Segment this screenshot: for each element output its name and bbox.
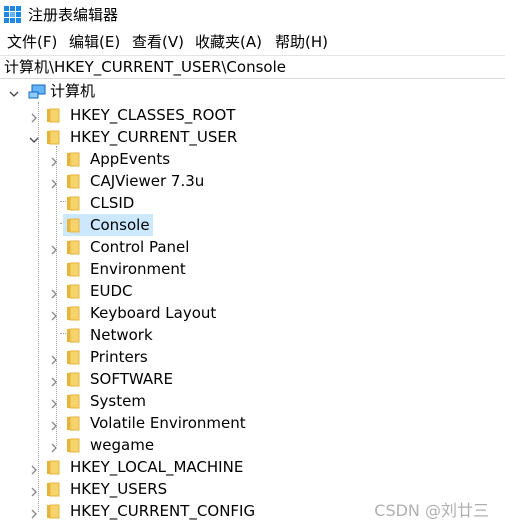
tree-node-label: SOFTWARE [90, 370, 174, 388]
tree-node-hkey-current-config[interactable]: HKEY_CURRENT_CONFIG [0, 500, 300, 522]
tree-node-hkey-local-machine[interactable]: HKEY_LOCAL_MACHINE [0, 456, 300, 478]
chevron-right-icon[interactable] [48, 439, 60, 453]
tree-node-label: CLSID [90, 194, 135, 212]
tree-node-keyboard-layout[interactable]: Keyboard Layout [0, 302, 300, 324]
chevron-right-icon[interactable] [48, 241, 60, 255]
folder-icon [66, 350, 80, 365]
tree-node-label: Control Panel [90, 238, 190, 256]
chevron-right-icon[interactable] [48, 175, 60, 189]
chevron-down-icon[interactable] [28, 131, 40, 143]
menu-edit[interactable]: 编辑(E) [68, 32, 121, 52]
tree-node-eudc[interactable]: EUDC [0, 280, 300, 302]
chevron-right-icon[interactable] [48, 285, 60, 299]
folder-icon [66, 394, 80, 409]
tree-node-printers[interactable]: Printers [0, 346, 300, 368]
tree-node-label: HKEY_CLASSES_ROOT [70, 106, 236, 124]
title-bar: 注册表编辑器 [0, 0, 505, 30]
menu-file[interactable]: 文件(F) [6, 32, 58, 52]
chevron-right-icon[interactable] [48, 307, 60, 321]
computer-icon [28, 84, 46, 99]
tree-node-label: HKEY_USERS [70, 480, 168, 498]
folder-icon [46, 504, 60, 519]
tree-node-console[interactable]: Console [0, 214, 300, 236]
tree-node-hkey-current-user[interactable]: HKEY_CURRENT_USER [0, 126, 260, 148]
menu-help[interactable]: 帮助(H) [274, 32, 329, 52]
watermark: CSDN @刘廿三 [374, 501, 489, 520]
tree-node-system[interactable]: System [0, 390, 300, 412]
chevron-right-icon[interactable] [48, 351, 60, 365]
address-bar[interactable]: 计算机\HKEY_CURRENT_USER\Console [0, 55, 505, 79]
tree-node-label: HKEY_CURRENT_USER [70, 128, 238, 146]
tree-node-label: HKEY_LOCAL_MACHINE [70, 458, 244, 476]
folder-icon [66, 152, 80, 167]
tree-node-label: Printers [90, 348, 148, 366]
chevron-right-icon[interactable] [28, 505, 40, 519]
menu-favorites[interactable]: 收藏夹(A) [194, 32, 263, 52]
tree-node-label: Console [90, 216, 150, 234]
tree-node-label: System [90, 392, 146, 410]
folder-icon [66, 306, 80, 321]
tree-node-label: 计算机 [50, 82, 96, 100]
tree-node-label: EUDC [90, 282, 133, 300]
chevron-right-icon[interactable] [28, 109, 40, 123]
tree-node-cajviewer[interactable]: CAJViewer 7.3u [0, 170, 300, 192]
menu-view[interactable]: 查看(V) [131, 32, 185, 52]
folder-icon [66, 240, 80, 255]
folder-icon [46, 130, 60, 145]
chevron-right-icon[interactable] [48, 417, 60, 431]
tree-node-label: HKEY_CURRENT_CONFIG [70, 502, 256, 520]
folder-icon [66, 416, 80, 431]
folder-icon [66, 262, 80, 277]
tree-node-label: Keyboard Layout [90, 304, 217, 322]
tree-node-appevents[interactable]: AppEvents [0, 148, 300, 170]
chevron-right-icon[interactable] [48, 373, 60, 387]
tree-node-computer[interactable]: 计算机 [0, 80, 200, 102]
tree-node-label: wegame [90, 436, 155, 454]
tree-node-hkey-classes-root[interactable]: HKEY_CLASSES_ROOT [0, 104, 260, 126]
menu-bar: 文件(F) 编辑(E) 查看(V) 收藏夹(A) 帮助(H) [0, 30, 505, 54]
folder-icon [66, 196, 80, 211]
folder-icon [66, 284, 80, 299]
tree-node-label: Network [90, 326, 153, 344]
chevron-right-icon[interactable] [48, 153, 60, 167]
folder-icon [66, 174, 80, 189]
folder-icon [66, 438, 80, 453]
tree-node-label: AppEvents [90, 150, 171, 168]
chevron-right-icon[interactable] [28, 461, 40, 475]
registry-editor-icon [4, 6, 21, 23]
tree-node-software[interactable]: SOFTWARE [0, 368, 300, 390]
window-title: 注册表编辑器 [28, 6, 119, 24]
tree-node-hkey-users[interactable]: HKEY_USERS [0, 478, 300, 500]
chevron-down-icon[interactable] [8, 85, 20, 97]
tree-node-label: Environment [90, 260, 186, 278]
tree-node-label: Volatile Environment [90, 414, 246, 432]
tree-node-label: CAJViewer 7.3u [90, 172, 205, 190]
folder-icon [66, 328, 80, 343]
folder-icon [46, 482, 60, 497]
address-path[interactable]: 计算机\HKEY_CURRENT_USER\Console [4, 57, 286, 77]
tree-node-control-panel[interactable]: Control Panel [0, 236, 300, 258]
folder-icon [66, 372, 80, 387]
tree-node-network[interactable]: Network [0, 324, 300, 346]
registry-tree[interactable]: 计算机 HKEY_CLASSES_ROOT HKEY_CURRENT_USER … [0, 80, 505, 530]
folder-icon [46, 108, 60, 123]
tree-node-wegame[interactable]: wegame [0, 434, 300, 456]
tree-node-environment[interactable]: Environment [0, 258, 300, 280]
tree-node-volatile-environment[interactable]: Volatile Environment [0, 412, 300, 434]
tree-node-clsid[interactable]: CLSID [0, 192, 300, 214]
folder-icon [66, 218, 80, 233]
folder-icon [46, 460, 60, 475]
chevron-right-icon[interactable] [28, 483, 40, 497]
chevron-right-icon[interactable] [48, 395, 60, 409]
